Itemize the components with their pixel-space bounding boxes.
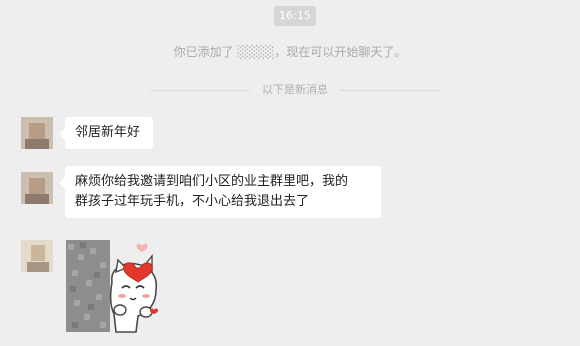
message-text-line: 群孩子过年玩手机，不小心给我退出去了 (75, 194, 310, 209)
system-message: 你已添加了 ░░░░，现在可以开始聊天了。 (173, 45, 407, 59)
cat-sticker-icon (66, 240, 159, 333)
timestamp: 16:15 (274, 6, 316, 26)
contact-avatar[interactable] (21, 172, 53, 204)
contact-avatar[interactable] (21, 240, 53, 272)
sticker-message[interactable] (66, 238, 162, 334)
message-text: 邻居新年好 (75, 125, 141, 140)
message-bubble[interactable]: 麻烦你给我邀请到咱们小区的业主群里吧，我的 群孩子过年玩手机，不小心给我退出去了 (59, 166, 381, 218)
contact-avatar[interactable] (21, 117, 53, 149)
message-bubble[interactable]: 邻居新年好 (59, 117, 153, 149)
new-messages-divider: 以下是新消息 (150, 83, 440, 97)
divider-line-right (340, 90, 440, 91)
message-text-line: 麻烦你给我邀请到咱们小区的业主群里吧，我的 (75, 174, 349, 189)
